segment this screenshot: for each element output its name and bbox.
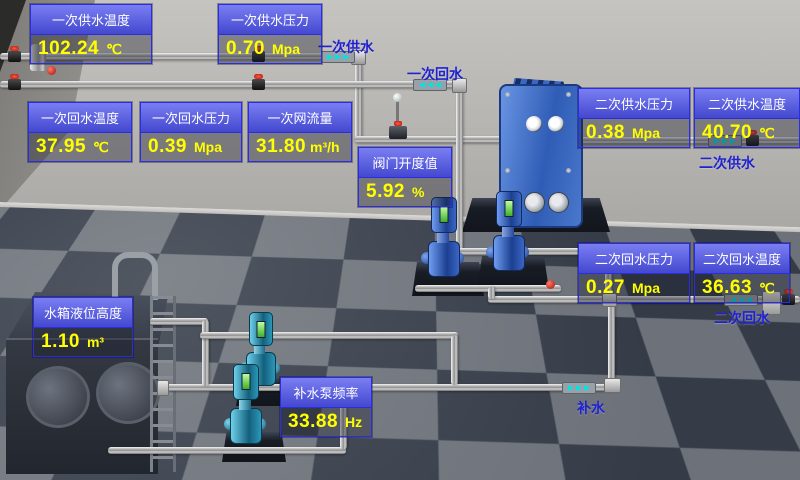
gauge-secondary-supply-temp: 二次供水温度 40.70 ℃ bbox=[694, 88, 800, 148]
heat-exchanger-port-icon bbox=[548, 192, 569, 213]
pump-indicator bbox=[242, 373, 251, 390]
gauge-unit: ℃ bbox=[759, 280, 775, 297]
bolt-icon bbox=[505, 168, 510, 173]
valve-handwheel-icon bbox=[47, 66, 56, 75]
gauge-valve-opening: 阀门开度值 5.92% bbox=[358, 147, 452, 207]
pipe-flange bbox=[604, 378, 621, 393]
gauge-title: 补水泵频率 bbox=[281, 378, 371, 408]
gauge-value: 0.27 bbox=[586, 277, 625, 299]
pipe-segment bbox=[355, 136, 507, 143]
flow-arrows-right-icon bbox=[562, 382, 596, 394]
pump-indicator bbox=[440, 206, 449, 223]
gauge-title: 二次回水温度 bbox=[695, 244, 789, 274]
gauge-unit: ℃ bbox=[759, 125, 775, 142]
circulation-pump-icon bbox=[493, 235, 525, 271]
control-valve-cap bbox=[394, 121, 402, 126]
gauge-title: 一次网流量 bbox=[249, 103, 351, 133]
gauge-title: 一次供水温度 bbox=[31, 5, 151, 35]
pump-indicator bbox=[505, 200, 514, 217]
gauge-unit: Mpa bbox=[632, 125, 660, 141]
pump-motor-icon bbox=[249, 312, 273, 346]
gauge-unit: Mpa bbox=[194, 139, 222, 155]
pipe-label-primary-return: 一次回水 bbox=[407, 64, 463, 84]
heat-exchanger-port-icon bbox=[526, 116, 542, 132]
gauge-unit: m³/h bbox=[310, 139, 340, 155]
bolt-icon bbox=[566, 92, 571, 97]
gauge-title: 二次供水压力 bbox=[579, 89, 689, 119]
pipe-segment bbox=[202, 320, 209, 386]
gauge-value: 33.88 bbox=[288, 411, 338, 433]
gauge-title: 阀门开度值 bbox=[359, 148, 451, 178]
pipe-segment bbox=[456, 85, 463, 252]
pipe-segment bbox=[355, 57, 362, 141]
valve-icon bbox=[8, 51, 21, 62]
gauge-title: 水箱液位高度 bbox=[34, 298, 132, 328]
makeup-pump-icon bbox=[230, 408, 262, 444]
gauge-unit: ℃ bbox=[93, 139, 109, 156]
gauge-value: 0.38 bbox=[586, 122, 625, 144]
pipe-segment bbox=[108, 447, 346, 454]
pipe-label-secondary-return: 二次回水 bbox=[714, 308, 770, 328]
valve-icon bbox=[8, 79, 21, 90]
pipe-segment bbox=[608, 300, 615, 386]
pump-motor-icon bbox=[496, 191, 522, 227]
pipe-flange bbox=[157, 380, 169, 396]
gauge-value: 31.80 bbox=[256, 136, 306, 158]
gauge-secondary-return-pressure: 二次回水压力 0.27 Mpa bbox=[578, 243, 690, 303]
gauge-value: 40.70 bbox=[702, 122, 752, 144]
pipe-segment bbox=[488, 287, 495, 299]
pipe-segment bbox=[0, 81, 462, 88]
pump-motor-icon bbox=[233, 364, 259, 400]
gauge-value: 37.95 bbox=[36, 136, 86, 158]
gauge-value: 1.10 bbox=[41, 331, 80, 353]
gauge-primary-supply-pressure: 一次供水压力 0.70 Mpa bbox=[218, 4, 322, 64]
hmi-heat-station-screen: 一次供水 一次回水 二次供水 二次回水 补水 一次供水温度 102.24 ℃ 一次… bbox=[0, 0, 800, 480]
gauge-unit: % bbox=[412, 184, 424, 200]
circulation-pump-icon bbox=[428, 241, 460, 277]
valve-handwheel-icon bbox=[546, 280, 555, 289]
gauge-value: 102.24 bbox=[38, 38, 99, 60]
gauge-title: 二次供水温度 bbox=[695, 89, 799, 119]
gauge-unit: Mpa bbox=[272, 41, 300, 57]
gauge-unit: m³ bbox=[87, 334, 104, 350]
control-valve-icon bbox=[389, 126, 407, 139]
heat-exchanger-port-icon bbox=[524, 192, 545, 213]
valve-icon bbox=[252, 79, 265, 90]
gauge-tank-level: 水箱液位高度 1.10 m³ bbox=[33, 297, 133, 357]
gauge-secondary-supply-pressure: 二次供水压力 0.38 Mpa bbox=[578, 88, 690, 148]
gauge-primary-return-pressure: 一次回水压力 0.39 Mpa bbox=[140, 102, 242, 162]
gauge-primary-supply-temp: 一次供水温度 102.24 ℃ bbox=[30, 4, 152, 64]
gauge-title: 一次回水温度 bbox=[29, 103, 131, 133]
heat-exchanger-port-icon bbox=[548, 116, 564, 132]
gauge-unit: ℃ bbox=[106, 41, 122, 58]
gauge-secondary-return-temp: 二次回水温度 36.63 ℃ bbox=[694, 243, 790, 303]
pipe-segment bbox=[451, 335, 458, 385]
pipe-segment bbox=[163, 384, 615, 391]
control-valve-top-icon bbox=[393, 93, 402, 102]
vent-pipe-icon bbox=[112, 252, 158, 300]
pipe-segment bbox=[150, 318, 208, 325]
tank-hatch-icon bbox=[26, 366, 90, 428]
gauge-value: 0.70 bbox=[226, 38, 265, 60]
gauge-title: 一次供水压力 bbox=[219, 5, 321, 35]
pipe-segment bbox=[200, 332, 458, 339]
pipe-label-primary-supply: 一次供水 bbox=[318, 37, 374, 57]
gauge-primary-network-flow: 一次网流量 31.80m³/h bbox=[248, 102, 352, 162]
gauge-primary-return-temp: 一次回水温度 37.95 ℃ bbox=[28, 102, 132, 162]
pipe-label-secondary-supply: 二次供水 bbox=[699, 153, 755, 173]
gauge-makeup-pump-frequency: 补水泵频率 33.88 Hz bbox=[280, 377, 372, 437]
gauge-value: 36.63 bbox=[702, 277, 752, 299]
gauge-value: 5.92 bbox=[366, 181, 405, 203]
bolt-icon bbox=[566, 168, 571, 173]
gauge-title: 二次回水压力 bbox=[579, 244, 689, 274]
pump-indicator bbox=[257, 321, 266, 338]
gauge-unit: Mpa bbox=[632, 280, 660, 296]
gauge-unit: Hz bbox=[345, 414, 362, 430]
bolt-icon bbox=[505, 92, 510, 97]
gauge-value: 0.39 bbox=[148, 136, 187, 158]
gauge-title: 一次回水压力 bbox=[141, 103, 241, 133]
pipe-label-makeup-water: 补水 bbox=[577, 398, 605, 418]
